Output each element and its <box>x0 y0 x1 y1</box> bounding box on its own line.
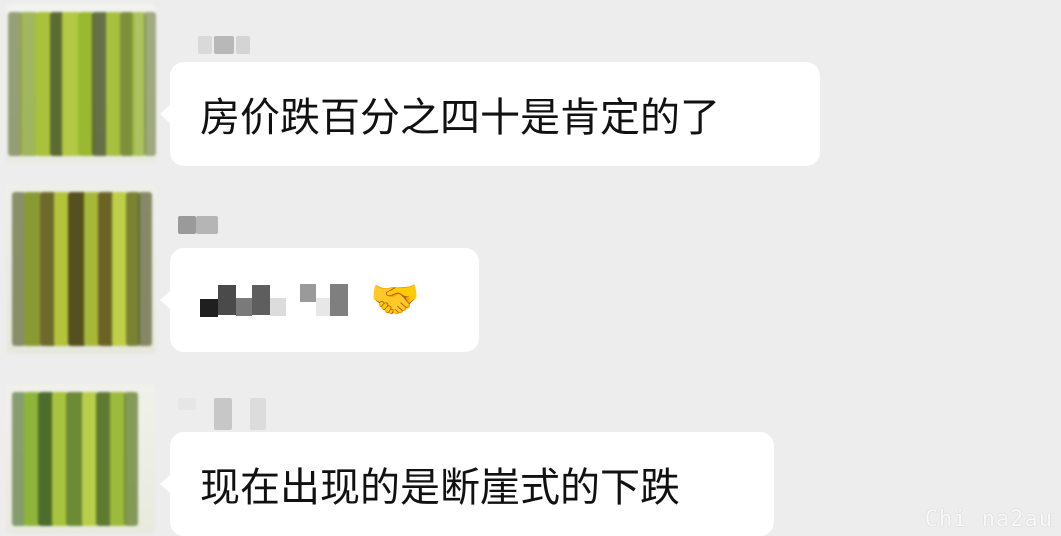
redacted-text <box>200 280 348 320</box>
avatar[interactable] <box>6 4 156 164</box>
message-bubble[interactable]: 现在出现的是断崖式的下跌 <box>160 432 774 536</box>
avatar[interactable] <box>6 384 156 534</box>
message-text: 房价跌百分之四十是肯定的了 <box>200 95 720 141</box>
handshake-emoji-icon: 🤝 <box>370 277 420 323</box>
watermark: Chi na2au <box>924 507 1053 532</box>
message-bubble[interactable]: 房价跌百分之四十是肯定的了 <box>160 62 820 166</box>
avatar[interactable] <box>6 184 156 354</box>
sender-name-redacted <box>178 398 268 430</box>
chat-area: 房价跌百分之四十是肯定的了 🤝 现在出现的是断崖式的下跌 <box>0 0 1061 536</box>
sender-name-redacted <box>178 216 238 238</box>
sender-name-redacted <box>178 36 258 58</box>
message-bubble[interactable]: 🤝 <box>160 248 479 352</box>
message-text: 现在出现的是断崖式的下跌 <box>200 465 680 511</box>
